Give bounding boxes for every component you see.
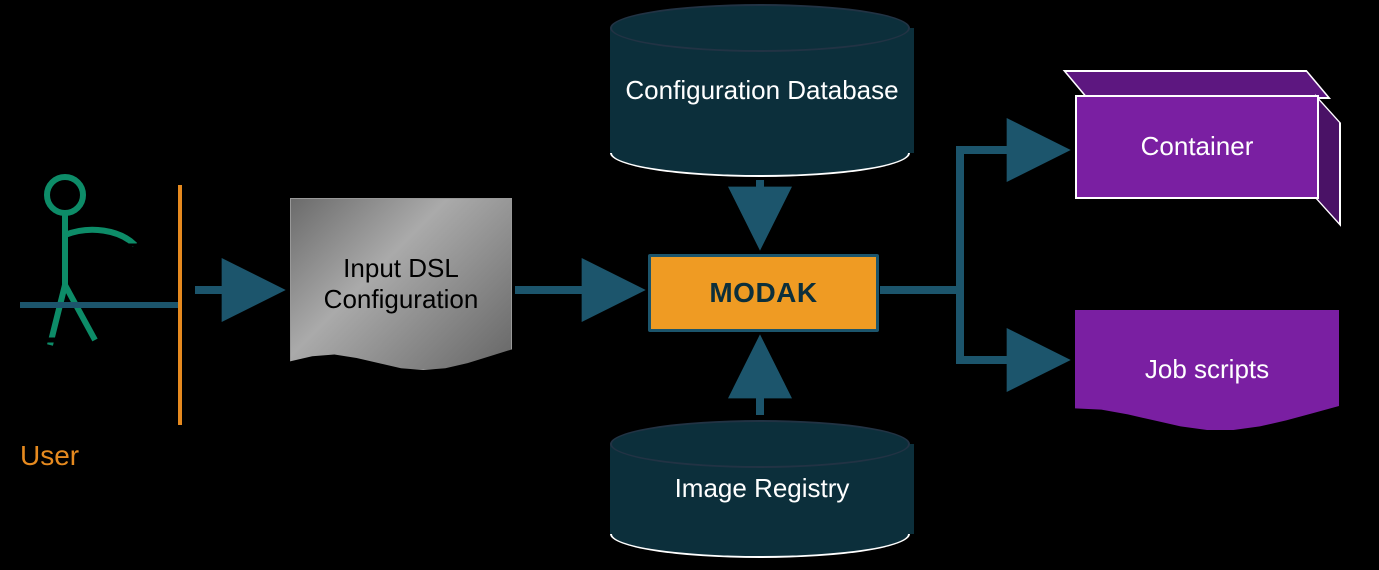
architecture-diagram: User Input DSL Configuration Configurati… bbox=[0, 0, 1379, 570]
config-db-label: Configuration Database bbox=[625, 75, 898, 106]
image-registry-label: Image Registry bbox=[675, 473, 850, 504]
arrow-modak-to-container bbox=[880, 150, 1060, 290]
arrow-modak-to-jobscripts bbox=[960, 290, 1060, 360]
